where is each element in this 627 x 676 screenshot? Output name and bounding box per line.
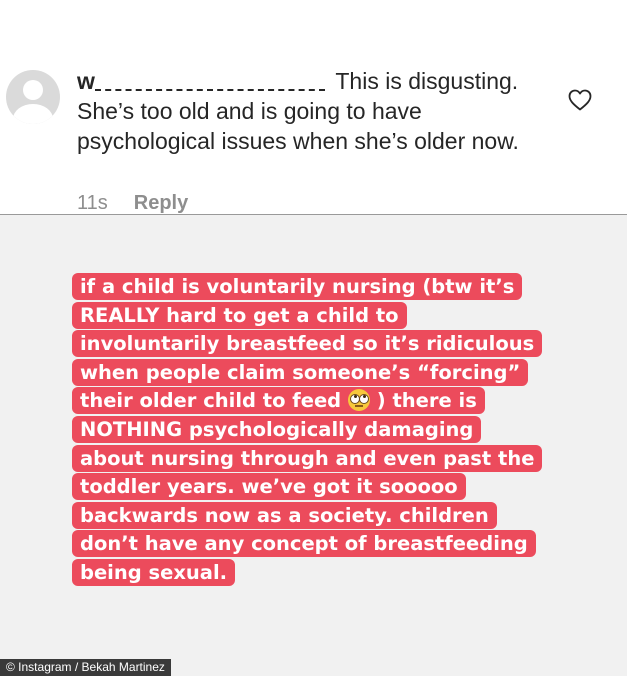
face-with-rolling-eyes-emoji bbox=[347, 389, 370, 412]
comment-timestamp: 11s bbox=[77, 192, 108, 214]
username-redacted bbox=[95, 71, 326, 91]
avatar-shoulders-shape bbox=[13, 104, 53, 124]
comment-body: w This is disgusting. She’s too old and … bbox=[77, 66, 547, 156]
username-visible-text: w bbox=[77, 68, 96, 94]
comment-card: w This is disgusting. She’s too old and … bbox=[0, 0, 627, 214]
story-highlighted-text: if a child is voluntarily nursing (btw i… bbox=[72, 273, 543, 588]
avatar[interactable] bbox=[6, 70, 60, 124]
story-text-part2: ) there is NOTHING psychologically damag… bbox=[80, 389, 535, 584]
avatar-head-shape bbox=[23, 80, 43, 100]
heart-outline-icon[interactable] bbox=[568, 89, 592, 111]
reply-button[interactable]: Reply bbox=[134, 192, 188, 215]
photo-credit: © Instagram / Bekah Martinez bbox=[0, 659, 171, 676]
comment-username[interactable]: w bbox=[77, 68, 329, 94]
comment-meta-row: 11s Reply bbox=[77, 192, 188, 215]
story-text-block: if a child is voluntarily nursing (btw i… bbox=[72, 273, 543, 586]
